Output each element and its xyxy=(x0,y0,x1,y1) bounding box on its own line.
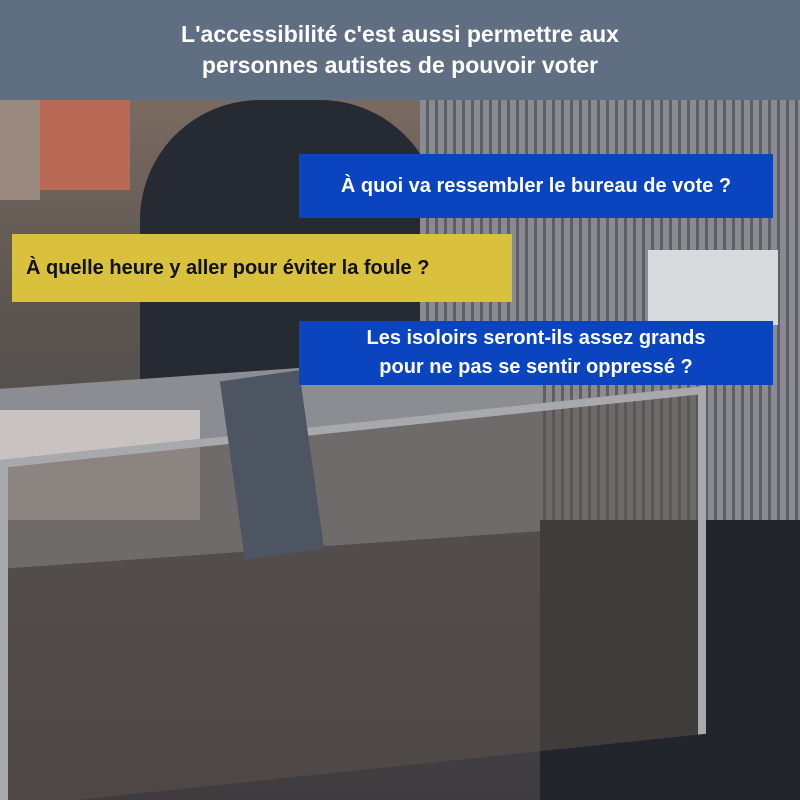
ballot-box xyxy=(0,385,706,800)
voter-card xyxy=(648,250,778,325)
question-text-line-1: Les isoloirs seront-ils assez grands xyxy=(366,327,706,349)
question-text: À quelle heure y aller pour éviter la fo… xyxy=(26,257,430,279)
question-text-line-2: pour ne pas se sentir oppressé ? xyxy=(379,356,693,378)
question-time-crowd: À quelle heure y aller pour éviter la fo… xyxy=(12,234,512,302)
title-line-1: L'accessibilité c'est aussi permettre au… xyxy=(181,21,619,47)
curtain xyxy=(40,100,130,190)
question-voting-booths: Les isoloirs seront-ils assez grands pou… xyxy=(299,321,773,385)
question-text: À quoi va ressembler le bureau de vote ? xyxy=(340,175,732,197)
question-polling-station: À quoi va ressembler le bureau de vote ? xyxy=(299,154,773,218)
title-banner: L'accessibilité c'est aussi permettre au… xyxy=(0,0,800,100)
wall xyxy=(0,100,40,200)
title-line-2: personnes autistes de pouvoir voter xyxy=(201,52,599,78)
